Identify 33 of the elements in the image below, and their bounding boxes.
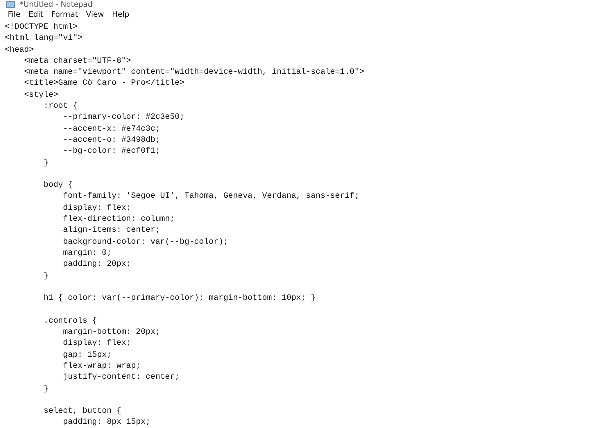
code-line: select, button { xyxy=(42,406,123,418)
code-line: font-family: 'Segoe UI', Tahoma, Geneva, Verdana, sans-serif; xyxy=(62,191,361,203)
code-line: <head> xyxy=(5,44,36,56)
code-line: <meta name="viewport" content="width=device-width, initial-scale=1.0"> xyxy=(23,67,366,78)
code-line: <meta charset="UTF-8"> xyxy=(23,56,132,68)
code-line: } xyxy=(42,384,50,395)
code-line: background-color: var(--bg-color); xyxy=(62,236,230,248)
code-line: padding: 8px 15px; xyxy=(62,417,152,428)
code-line: align-items: center; xyxy=(62,225,162,237)
code-line: padding: 20px; xyxy=(62,259,132,271)
code-line: gap: 15px; xyxy=(62,350,113,361)
code-line: } xyxy=(42,158,50,169)
code-line: :root { xyxy=(42,101,79,112)
code-line: flex-wrap: wrap; xyxy=(62,360,142,372)
code-line: margin: 0; xyxy=(62,248,113,260)
code-line: body { xyxy=(42,180,74,192)
code-line: <style> xyxy=(23,90,60,102)
code-line: --primary-color: #2c3e50; xyxy=(62,112,186,124)
code-line: h1 { color: var(--primary-color); margin-bottom: 10px; } xyxy=(42,293,317,304)
code-line: --accent-o: #3498db; xyxy=(62,134,162,146)
code-line: } xyxy=(42,270,50,282)
code-line: flex-direction: column; xyxy=(62,214,176,226)
code-line: .controls { xyxy=(42,316,98,328)
code-line: <title>Game Cờ Caro - Pro</title> xyxy=(23,78,186,90)
code-line: display: flex; xyxy=(62,202,132,214)
code-line: display: flex; xyxy=(62,338,132,350)
notepad-icon xyxy=(6,1,15,8)
code-line: <html lang="vi"> xyxy=(5,33,84,45)
code-line: --accent-x: #e74c3c; xyxy=(62,124,162,135)
code-line: <!DOCTYPE html> xyxy=(5,22,79,34)
code-line: margin-bottom: 20px; xyxy=(62,327,162,338)
code-line: --bg-color: #ecf0f1; xyxy=(62,146,162,158)
code-line: justify-content: center; xyxy=(62,372,181,384)
